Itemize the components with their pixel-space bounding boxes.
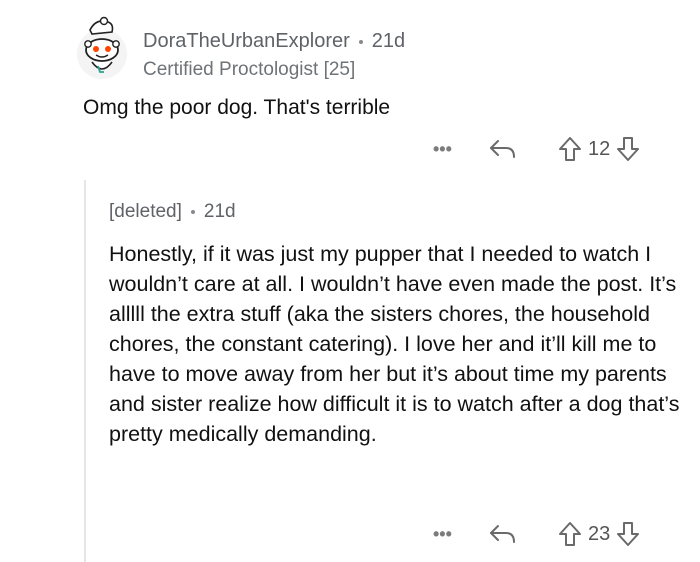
reply-age: 21d [203,201,236,222]
user-flair: Certified Proctologist [25] [143,59,356,80]
reply-body: Honestly, if it was just my pupper that … [109,242,680,446]
reply-actions: ••• 23 [433,519,640,549]
downvote-arrow-icon [617,522,640,546]
thread-line[interactable] [84,180,86,562]
snoo-avatar-icon [77,16,127,79]
reply-arrow-icon [490,140,515,158]
separator-dot [358,39,363,44]
upvote-button[interactable] [558,521,582,547]
comment-actions: ••• 12 [433,134,640,164]
comment-age: 21d [371,30,406,52]
reply-header: [deleted] 21d [109,201,236,223]
vote-score: 12 [588,137,611,160]
reply-arrow-icon [490,525,515,543]
upvote-arrow-icon [559,522,581,546]
upvote-arrow-icon [559,137,581,161]
reply-button[interactable] [488,138,518,160]
downvote-button[interactable] [616,521,640,547]
separator-dot [190,210,195,214]
avatar[interactable] [74,14,130,80]
more-options-button[interactable]: ••• [433,525,473,543]
vote-score: 23 [588,522,611,545]
downvote-arrow-icon [617,137,640,161]
comment-header: DoraTheUrbanExplorer 21d Certified Proct… [143,30,405,81]
reply-button[interactable] [488,523,518,545]
more-options-button[interactable]: ••• [433,140,473,158]
upvote-button[interactable] [558,136,582,162]
downvote-button[interactable] [616,136,640,162]
author-username[interactable]: DoraTheUrbanExplorer [143,30,350,53]
comment-body: Omg the poor dog. That's terrible [83,96,391,119]
reply-author: [deleted] [109,201,182,222]
